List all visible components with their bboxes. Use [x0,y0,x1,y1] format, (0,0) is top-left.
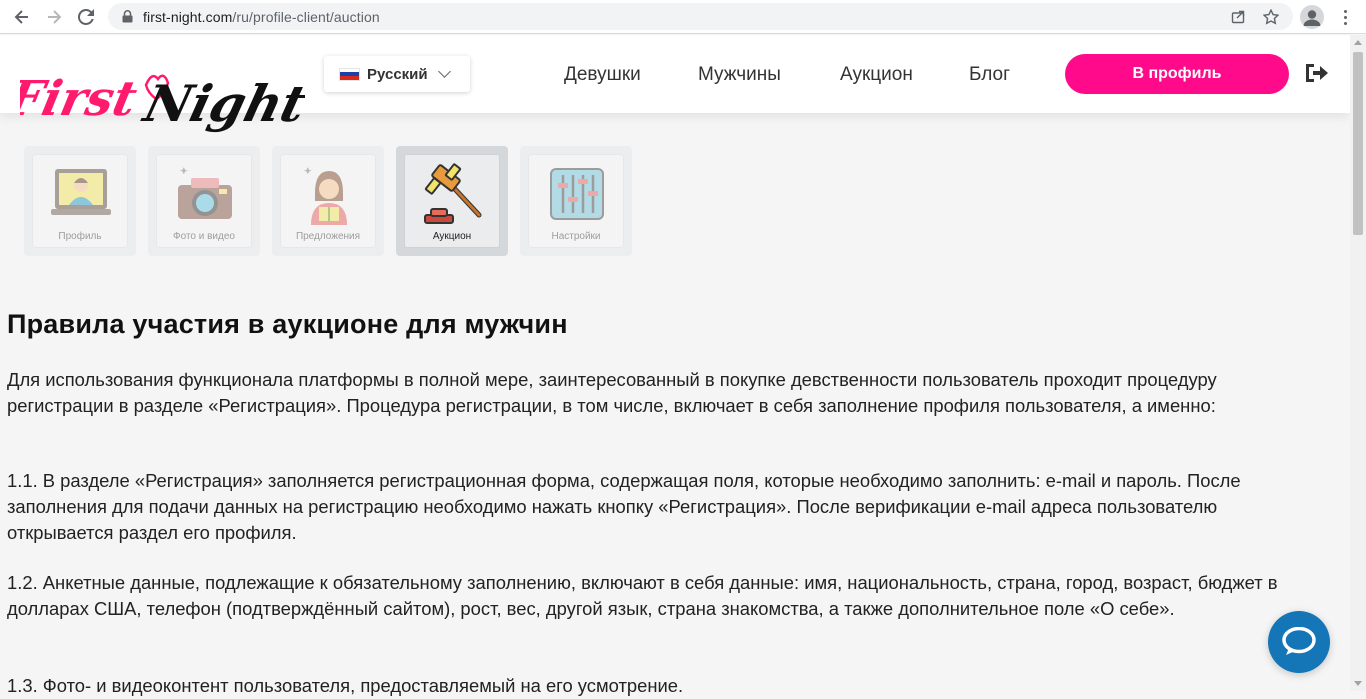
tab-settings[interactable]: Настройки [520,146,632,256]
tab-profile[interactable]: Профиль [24,146,136,256]
chat-button[interactable] [1268,611,1330,673]
reload-icon[interactable] [74,5,98,29]
language-select[interactable]: Русский [324,56,470,92]
profile-icon [51,163,111,225]
logo-night-text: Night [137,74,305,133]
sliders-icon [547,163,607,225]
browser-toolbar: first-night.com/ru/profile-client/auctio… [0,0,1366,34]
chevron-down-icon [437,65,451,78]
scroll-down-arrow-icon[interactable] [1354,681,1362,686]
nav-link-auction[interactable]: Аукцион [840,64,913,86]
rule-paragraph: 1.2. Анкетные данные, подлежащие к обяза… [7,572,1278,619]
chat-bubble-icon [1282,627,1316,655]
gavel-icon [423,163,483,225]
offers-icon [299,163,359,225]
scroll-thumb[interactable] [1353,52,1363,235]
url-domain: first-night.com [143,8,233,25]
tab-photo-video[interactable]: Фото и видео [148,146,260,256]
bookmark-star-icon[interactable] [1262,8,1279,25]
nav-link-blog[interactable]: Блог [969,64,1010,86]
logo-first-text: First [20,70,142,126]
nav-link-girls[interactable]: Девушки [564,64,641,86]
rule-paragraph: 1.1. В разделе «Регистрация» заполняется… [7,470,1241,543]
site-header: First Night Русский Девушки Мужчины Аукц… [0,35,1350,133]
tab-label: Фото и видео [173,231,235,242]
lock-icon [120,10,134,24]
scroll-up-arrow-icon[interactable] [1354,40,1362,45]
nav-link-men[interactable]: Мужчины [698,64,781,86]
account-avatar-icon[interactable] [1300,5,1324,29]
back-arrow-icon[interactable] [10,5,34,29]
tab-auction[interactable]: Аукцион [396,146,508,256]
tab-label: Профиль [58,231,102,242]
forward-arrow-icon[interactable] [42,5,66,29]
language-label: Русский [367,65,428,83]
tab-label: Предложения [295,231,361,242]
tab-label: Настройки [551,231,601,242]
rule-paragraph: 1.3. Фото- и видеоконтент пользователя, … [7,675,684,696]
url-path: /ru/profile-client/auction [232,8,380,25]
russian-flag-icon [339,67,360,81]
page-scrollbar[interactable] [1350,35,1366,691]
camera-icon [175,163,235,225]
site-logo[interactable]: First Night [1,47,312,137]
to-profile-button[interactable]: В профиль [1065,54,1289,94]
url-text: first-night.com/ru/profile-client/auctio… [143,9,380,25]
browser-menu-icon[interactable] [1340,6,1350,28]
logout-icon[interactable] [1303,61,1329,85]
address-bar[interactable]: first-night.com/ru/profile-client/auctio… [108,3,1293,30]
tab-offers[interactable]: Предложения [272,146,384,256]
intro-paragraph: Для использования функционала платформы … [7,369,1217,416]
tab-label: Аукцион [432,231,472,242]
page-title: Правила участия в аукционе для мужчин [7,309,568,339]
share-icon[interactable] [1230,8,1247,25]
